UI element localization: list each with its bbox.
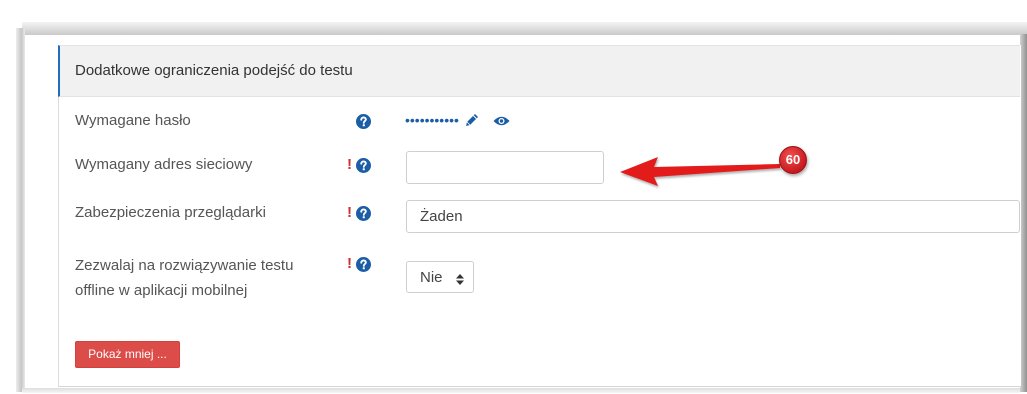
password-masked-value: ••••••••••• — [405, 112, 459, 128]
advanced-marker: ! — [347, 255, 352, 272]
question-circle-icon[interactable] — [356, 206, 371, 221]
allow-offline-label: Zezwalaj na rozwiązywanie testu offline … — [75, 257, 294, 299]
frame-left-shadow — [16, 28, 25, 392]
allow-offline-select[interactable]: Nie — [406, 261, 474, 293]
frame-bottom-shadow — [22, 388, 1020, 393]
browser-security-select[interactable]: Żaden — [406, 200, 1020, 233]
callout-arrow — [620, 157, 780, 186]
frame-right-shadow — [1020, 34, 1027, 392]
question-circle-icon[interactable] — [356, 158, 371, 173]
question-circle-icon[interactable] — [356, 114, 371, 129]
callout-badge: 60 — [779, 146, 807, 174]
advanced-marker: ! — [347, 156, 352, 173]
browser-security-selected: Żaden — [420, 208, 463, 225]
frame-top-shadow — [22, 22, 1027, 35]
show-less-button[interactable]: Pokaż mniej ... — [75, 341, 180, 368]
pencil-icon[interactable] — [465, 113, 479, 127]
advanced-marker: ! — [347, 204, 352, 221]
browser-security-label: Zabezpieczenia przeglądarki — [75, 204, 266, 221]
eye-icon[interactable] — [493, 115, 510, 127]
password-label: Wymagane hasło — [75, 112, 191, 129]
question-circle-icon[interactable] — [356, 257, 371, 272]
section-title[interactable]: Dodatkowe ograniczenia podejść do testu — [75, 62, 353, 80]
subnet-input[interactable] — [406, 151, 604, 184]
up-down-caret-icon — [456, 272, 464, 290]
allow-offline-selected: Nie — [420, 269, 443, 286]
subnet-label: Wymagany adres sieciowy — [75, 156, 253, 173]
